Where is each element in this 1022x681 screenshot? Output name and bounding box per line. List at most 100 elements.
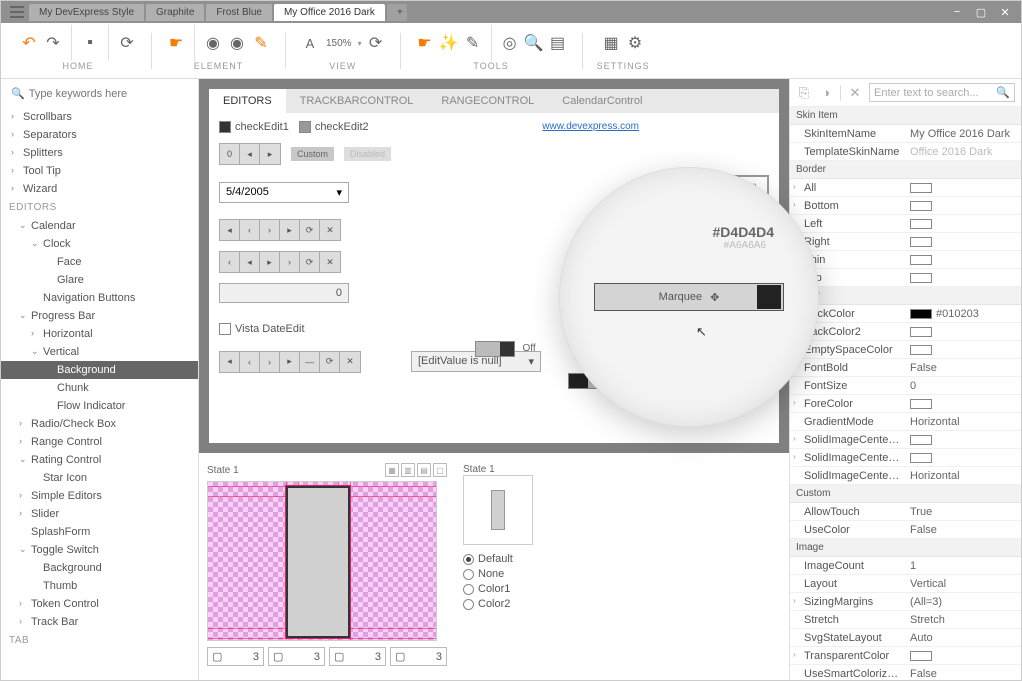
nav-search[interactable]: 🔍 bbox=[9, 85, 190, 102]
prop-row[interactable]: ›ForeColor bbox=[790, 395, 1021, 413]
image-canvas[interactable] bbox=[207, 481, 437, 641]
prop-row[interactable]: GradientModeHorizontal bbox=[790, 413, 1021, 431]
prop-row[interactable]: ›Right bbox=[790, 233, 1021, 251]
reset-zoom-icon[interactable]: ⟳ bbox=[366, 33, 386, 53]
prop-row[interactable]: ›SizingMargins(All=3) bbox=[790, 593, 1021, 611]
preview-tab[interactable]: EDITORS bbox=[209, 89, 286, 113]
nav-item[interactable]: ›Separators bbox=[1, 126, 198, 144]
window-tab[interactable]: Graphite bbox=[146, 4, 204, 21]
prop-category[interactable]: Border bbox=[790, 161, 1021, 179]
grid-view-4[interactable]: ▢ bbox=[433, 463, 447, 477]
date-edit[interactable]: 5/4/2005▾ bbox=[219, 182, 349, 203]
redo-icon[interactable]: ↷ bbox=[43, 33, 63, 53]
target-icon[interactable]: ◎ bbox=[500, 33, 520, 53]
close-button[interactable]: ✕ bbox=[993, 3, 1017, 21]
nav-item[interactable]: ›Token Control bbox=[1, 595, 198, 613]
nav-item[interactable]: Chunk bbox=[1, 379, 198, 397]
nav-item[interactable]: Flow Indicator bbox=[1, 397, 198, 415]
nav-item[interactable]: ›Radio/Check Box bbox=[1, 415, 198, 433]
prop-row[interactable]: UseColorFalse bbox=[790, 521, 1021, 539]
prop-copy-icon[interactable]: ⎘ bbox=[796, 85, 812, 101]
prop-row[interactable]: ImageCount1 bbox=[790, 557, 1021, 575]
nav-search-input[interactable] bbox=[29, 88, 188, 100]
paint2-icon[interactable]: ◉ bbox=[227, 33, 247, 53]
margin-input[interactable]: ▢3 bbox=[329, 647, 386, 666]
vista-dateedit[interactable]: Vista DateEdit bbox=[219, 323, 305, 335]
preview-tab[interactable]: TRACKBARCONTROL bbox=[286, 89, 428, 113]
prop-row[interactable]: FontSize0 bbox=[790, 377, 1021, 395]
prop-row[interactable]: SkinItemNameMy Office 2016 Dark bbox=[790, 125, 1021, 143]
nav-item[interactable]: Thumb bbox=[1, 577, 198, 595]
seg-custom[interactable]: Custom bbox=[291, 147, 334, 161]
font-icon[interactable]: A bbox=[300, 33, 320, 53]
prop-search[interactable]: Enter text to search... 🔍 bbox=[869, 83, 1015, 102]
eyedropper-icon[interactable]: ✎ bbox=[463, 33, 483, 53]
preview-tab[interactable]: CalendarControl bbox=[548, 89, 656, 113]
nav-item[interactable]: Background bbox=[1, 559, 198, 577]
nav-item[interactable]: ›Scrollbars bbox=[1, 108, 198, 126]
maximize-button[interactable]: ▢ bbox=[969, 3, 993, 21]
nav-item[interactable]: ›Simple Editors bbox=[1, 487, 198, 505]
checkedit2[interactable]: checkEdit2 bbox=[299, 121, 369, 133]
nav-item[interactable]: ⌄Clock bbox=[1, 235, 198, 253]
prop-row[interactable]: StretchStretch bbox=[790, 611, 1021, 629]
nav-item[interactable]: ›Range Control bbox=[1, 433, 198, 451]
nav-item[interactable]: SplashForm bbox=[1, 523, 198, 541]
checkedit1[interactable]: checkEdit1 bbox=[219, 121, 289, 133]
nav-item[interactable]: ⌄Rating Control bbox=[1, 451, 198, 469]
nav-item[interactable]: ⌄Toggle Switch bbox=[1, 541, 198, 559]
prop-row[interactable]: FontBoldFalse bbox=[790, 359, 1021, 377]
margin-input[interactable]: ▢3 bbox=[268, 647, 325, 666]
paint-icon[interactable]: ◉ bbox=[203, 33, 223, 53]
window-tab[interactable]: My Office 2016 Dark bbox=[274, 4, 385, 21]
color-radio[interactable]: Default bbox=[463, 553, 603, 565]
prop-row[interactable]: ›BackColor2 bbox=[790, 323, 1021, 341]
prop-row[interactable]: AllowTouchTrue bbox=[790, 503, 1021, 521]
prop-row[interactable]: ›Top bbox=[790, 269, 1021, 287]
nav-item[interactable]: Glare bbox=[1, 271, 198, 289]
spin-edit[interactable]: 0◂▸ bbox=[219, 143, 281, 165]
nav-item[interactable]: Navigation Buttons bbox=[1, 289, 198, 307]
prop-row[interactable]: ›SolidImageCenterColor2 bbox=[790, 449, 1021, 467]
nav-item[interactable]: Star Icon bbox=[1, 469, 198, 487]
nav-item[interactable]: ›Track Bar bbox=[1, 613, 198, 631]
prop-category[interactable]: Custom bbox=[790, 485, 1021, 503]
hand-icon[interactable]: ☛ bbox=[415, 33, 435, 53]
prop-palette-icon[interactable]: ◑ bbox=[818, 85, 834, 101]
grid-view-2[interactable]: ▥ bbox=[401, 463, 415, 477]
prop-row[interactable]: LayoutVertical bbox=[790, 575, 1021, 593]
margin-input[interactable]: ▢3 bbox=[207, 647, 264, 666]
nav-item[interactable]: ⌄Vertical bbox=[1, 343, 198, 361]
nav-item[interactable]: ⌄Calendar bbox=[1, 217, 198, 235]
nav-item[interactable]: ›Wizard bbox=[1, 180, 198, 198]
grid-view-3[interactable]: ▤ bbox=[417, 463, 431, 477]
grid-view-1[interactable]: ▦ bbox=[385, 463, 399, 477]
gear-icon[interactable]: ⚙ bbox=[625, 33, 645, 53]
new-tab-button[interactable]: + bbox=[387, 4, 407, 21]
nav-buttons-2[interactable]: ‹◂▸›⟳✕ bbox=[219, 251, 341, 273]
undo-icon[interactable]: ↶ bbox=[19, 33, 39, 53]
prop-row[interactable]: UseSmartColorizationFalse bbox=[790, 665, 1021, 680]
page-icon[interactable]: ▤ bbox=[548, 33, 568, 53]
prop-row[interactable]: ›SolidImageCenterColor bbox=[790, 431, 1021, 449]
prop-row[interactable]: ›Bottom bbox=[790, 197, 1021, 215]
prop-row[interactable]: SolidImageCenterGradientMoHorizontal bbox=[790, 467, 1021, 485]
menu-icon[interactable] bbox=[5, 1, 29, 23]
brush-icon[interactable]: ✎ bbox=[251, 33, 271, 53]
devexpress-link[interactable]: www.devexpress.com bbox=[542, 121, 639, 132]
prop-category[interactable]: Skin Item bbox=[790, 107, 1021, 125]
nav-item[interactable]: ›Slider bbox=[1, 505, 198, 523]
nav-item[interactable]: ›Horizontal bbox=[1, 325, 198, 343]
minimize-button[interactable]: − bbox=[945, 3, 969, 21]
nav-item[interactable]: ›Splitters bbox=[1, 144, 198, 162]
wand-icon[interactable]: ✨ bbox=[439, 33, 459, 53]
color-radio[interactable]: Color1 bbox=[463, 583, 603, 595]
prop-row[interactable]: ›BackColor#010203 bbox=[790, 305, 1021, 323]
window-tab[interactable]: My DevExpress Style bbox=[29, 4, 144, 21]
prop-row[interactable]: ›All bbox=[790, 179, 1021, 197]
prop-row[interactable]: TemplateSkinNameOffice 2016 Dark bbox=[790, 143, 1021, 161]
prop-row[interactable]: SvgStateLayoutAuto bbox=[790, 629, 1021, 647]
pointer-icon[interactable]: ☛ bbox=[166, 33, 186, 53]
refresh-icon[interactable]: ⟳ bbox=[117, 33, 137, 53]
margin-input[interactable]: ▢3 bbox=[390, 647, 447, 666]
